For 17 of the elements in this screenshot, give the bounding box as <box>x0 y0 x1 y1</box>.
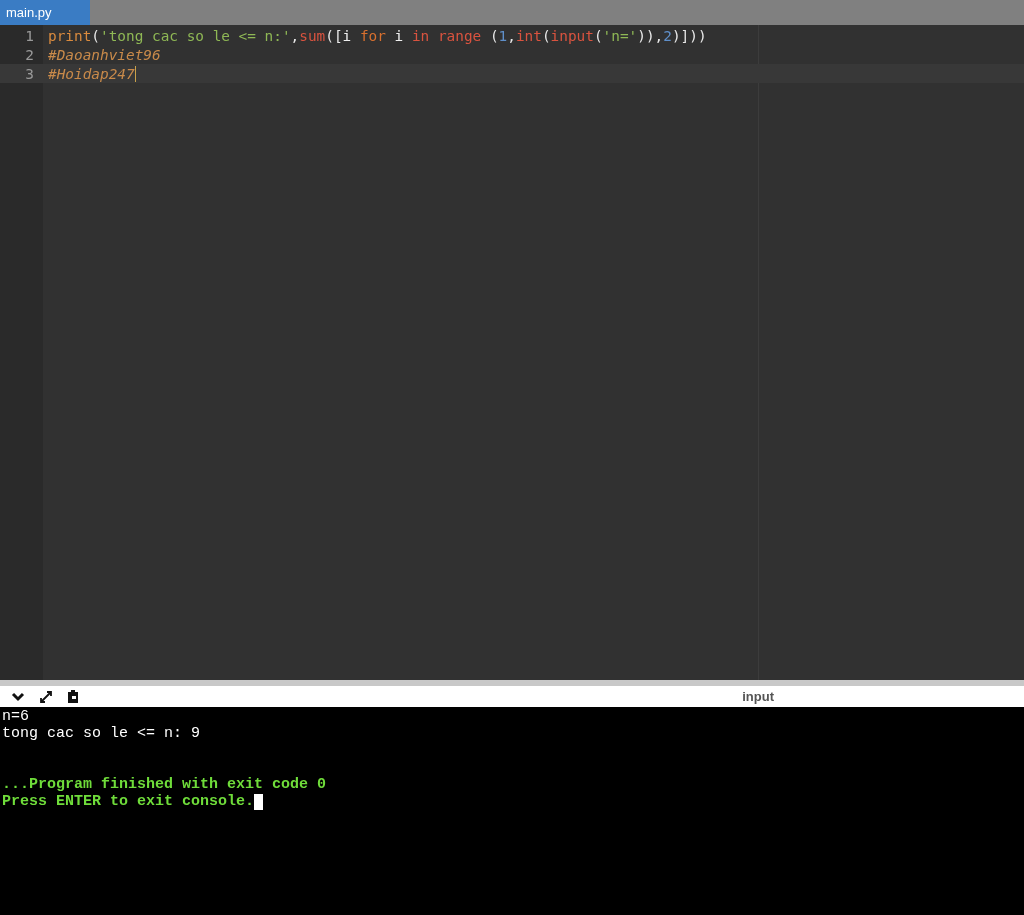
line-number: 3 <box>24 65 35 82</box>
clipboard-icon[interactable] <box>67 689 79 704</box>
console-line: Press ENTER to exit console. <box>2 793 255 810</box>
console-line: ...Program finished with exit code 0 <box>2 776 327 793</box>
console-input-label: input <box>742 689 774 704</box>
line-number: 1 <box>24 27 35 44</box>
console-line: n=6 <box>2 708 29 725</box>
file-tab[interactable]: main.py <box>0 0 90 25</box>
expand-icon[interactable] <box>39 689 53 704</box>
code-text: #Hoidap247 <box>48 65 136 82</box>
console-output[interactable]: n=6 tong cac so le <= n: 9 ...Program finished with exit code 0 Press ENTER to exit console. <box>0 707 1024 915</box>
chevron-down-icon[interactable] <box>11 691 25 702</box>
code-text: print('tong cac so le <= n:',sum([i for i in range (1,int(input('n=')),2)])) <box>48 27 707 44</box>
line-number: 2 <box>24 46 35 63</box>
code-editor[interactable]: 1 print('tong cac so le <= n:',sum([i for i in range (1,int(input('n=')),2)])) 2 #Daoanhviet96 3 #Hoidap247 <box>0 25 1024 680</box>
console-line: tong cac so le <= n: 9 <box>2 725 201 742</box>
code-text: #Daoanhviet96 <box>48 46 161 63</box>
